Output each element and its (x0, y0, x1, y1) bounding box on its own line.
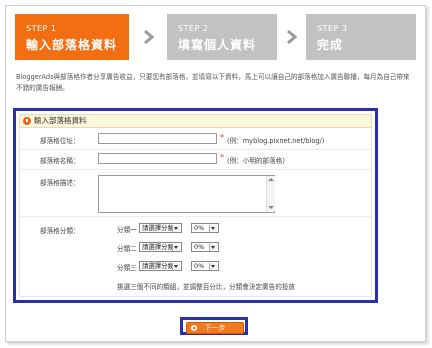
category-2-select[interactable]: 請選擇分類 (139, 242, 182, 252)
step-3: STEP 3 完成 (306, 14, 416, 60)
blog-url-row: 部落格位址： * (例：myblog.pixnet.net/blog/) (20, 129, 371, 150)
blog-url-hint: (例：myblog.pixnet.net/blog/) (227, 137, 325, 145)
category-1-percent[interactable]: 0% (191, 223, 219, 233)
category-1-percent-value: 0% (194, 224, 205, 232)
next-button-highlight: 下一步 (180, 317, 248, 335)
blog-category-label: 部落格分類： (40, 227, 80, 235)
category-line-2: 分類二 請選擇分類 0% (117, 242, 267, 253)
step-2-number: STEP 2 (178, 24, 209, 33)
scroll-down-icon[interactable] (268, 206, 274, 209)
next-button[interactable]: 下一步 (186, 322, 244, 334)
category-2-percent[interactable]: 0% (191, 242, 219, 252)
chevron-down-icon (209, 263, 217, 270)
form-body: 部落格位址： * (例：myblog.pixnet.net/blog/) 部落格… (19, 129, 372, 297)
info-icon (23, 117, 31, 125)
category-note: 挑選三個不同的類組，並調整百分比，分類會決定廣告的投放 (117, 283, 296, 291)
category-3-select-value: 請選擇分類 (142, 262, 174, 270)
category-1-name: 分類一 (117, 226, 137, 234)
step-1-title: 輸入部落格資料 (26, 38, 118, 52)
required-mark: * (220, 133, 224, 142)
step-1-number: STEP 1 (26, 24, 57, 33)
blog-name-row: 部落格名稱： * (例：小明的部落格) (20, 149, 371, 170)
form-header: 輸入部落格資料 (19, 114, 372, 128)
category-1-select-value: 請選擇分類 (142, 224, 174, 232)
step-progress: STEP 1 輸入部落格資料 STEP 2 填寫個人資料 STEP 3 完成 (15, 14, 423, 60)
category-2-select-value: 請選擇分類 (142, 243, 174, 251)
blog-desc-label: 部落格描述： (40, 179, 80, 187)
blog-name-hint: (例：小明的部落格) (227, 157, 285, 165)
category-3-select[interactable]: 請選擇分類 (139, 261, 182, 271)
step-1: STEP 1 輸入部落格資料 (15, 14, 129, 60)
scroll-up-icon[interactable] (268, 178, 274, 181)
step-2: STEP 2 填寫個人資料 (167, 14, 277, 60)
category-1-select[interactable]: 請選擇分類 (139, 223, 182, 233)
step-3-title: 完成 (317, 38, 344, 52)
blog-desc-row: 部落格描述： (20, 169, 371, 217)
arrow-right-icon (191, 325, 197, 331)
chevron-down-icon (209, 225, 217, 232)
category-2-percent-value: 0% (194, 243, 205, 251)
blog-name-input[interactable] (98, 153, 217, 164)
category-3-name: 分類三 (117, 264, 137, 272)
step-2-title: 填寫個人資料 (178, 38, 257, 52)
category-line-1: 分類一 請選擇分類 0% (117, 223, 267, 234)
category-2-name: 分類二 (117, 245, 137, 253)
category-3-percent[interactable]: 0% (191, 261, 219, 271)
blog-category-row: 部落格分類： 分類一 請選擇分類 0% 分類二 請選擇分類 0% 分類三 請選擇… (20, 216, 371, 298)
chevron-down-icon (172, 225, 180, 232)
textarea-scrollbar[interactable] (266, 176, 275, 211)
step-3-number: STEP 3 (317, 24, 348, 33)
blog-url-input[interactable] (98, 133, 217, 144)
blog-info-form: 輸入部落格資料 部落格位址： * (例：myblog.pixnet.net/bl… (13, 108, 378, 303)
chevron-down-icon (209, 244, 217, 251)
blog-desc-textarea[interactable] (98, 175, 275, 213)
next-button-label: 下一步 (204, 324, 226, 332)
chevron-down-icon (172, 263, 180, 270)
blog-url-label: 部落格位址： (40, 137, 80, 145)
chevron-down-icon (172, 244, 180, 251)
category-3-percent-value: 0% (194, 262, 205, 270)
blog-name-label: 部落格名稱： (40, 157, 80, 165)
intro-text: BloggerAds與部落格作者分享廣告收益，只要您有部落格，並填寫以下資料，馬… (16, 73, 410, 92)
category-line-3: 分類三 請選擇分類 0% (117, 261, 267, 272)
form-title: 輸入部落格資料 (34, 116, 87, 125)
required-mark: * (220, 153, 224, 162)
